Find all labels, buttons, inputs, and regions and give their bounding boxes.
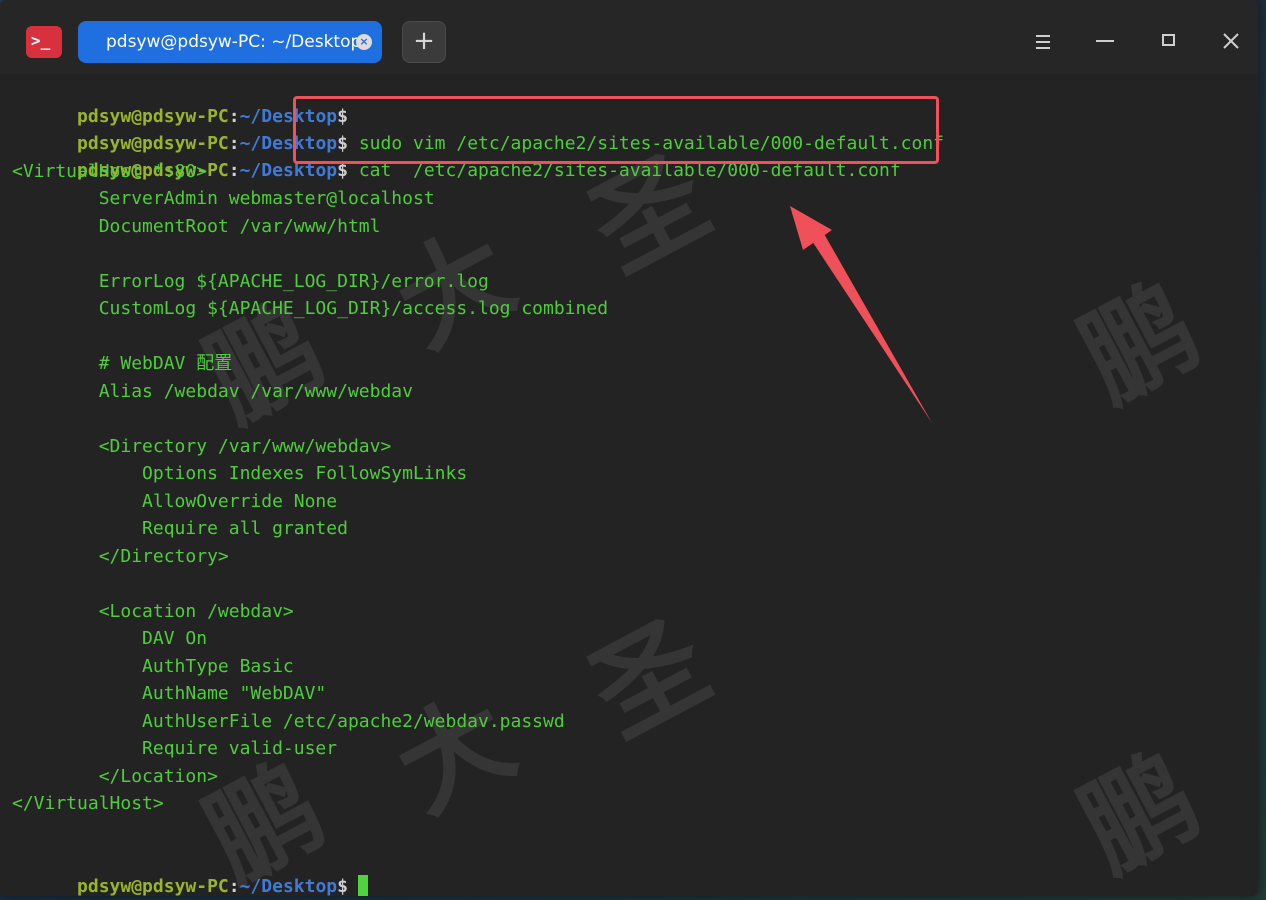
terminal-window: >_ pdsyw@pdsyw-PC: ~/Desktop × + 鹏 大 圣 鹏…: [0, 0, 1258, 896]
annotation-arrow-icon: [790, 206, 932, 423]
